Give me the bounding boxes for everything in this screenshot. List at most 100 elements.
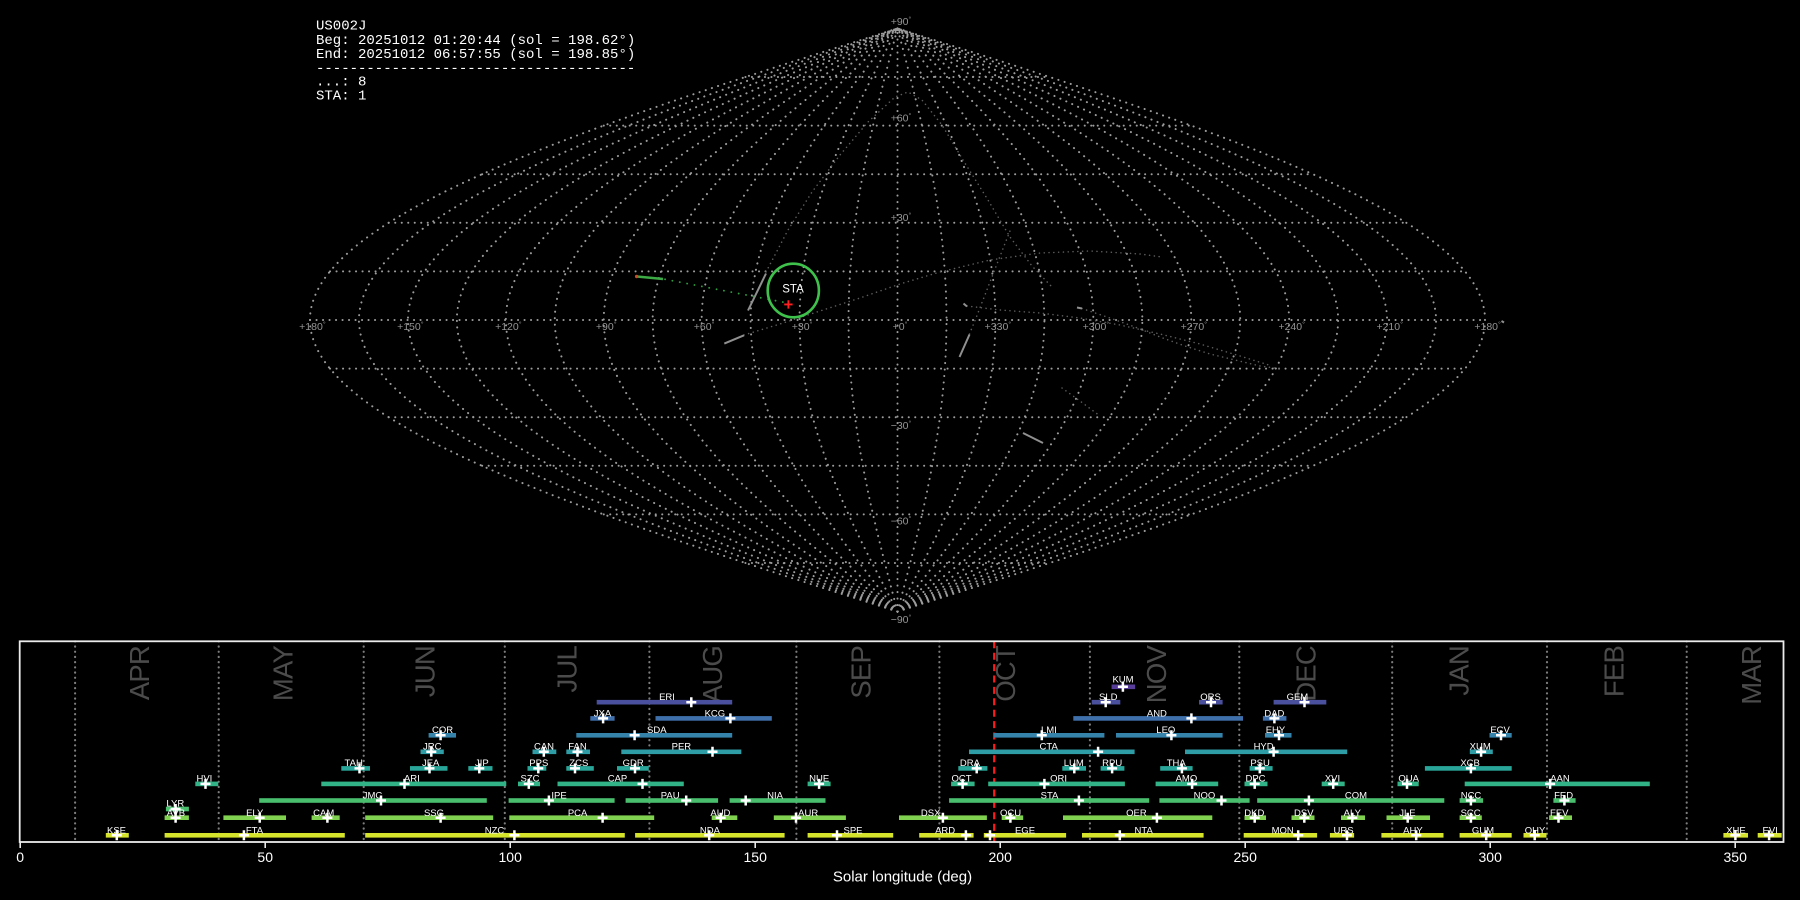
svg-text:IPE: IPE <box>551 790 566 801</box>
svg-text:FED: FED <box>1554 790 1573 801</box>
svg-text:PER: PER <box>672 742 692 753</box>
svg-text:+150°: +150° <box>397 320 424 333</box>
svg-text:ZCS: ZCS <box>569 758 588 769</box>
svg-text:NIA: NIA <box>767 790 784 801</box>
svg-text:CTA: CTA <box>1040 742 1059 753</box>
svg-text:+180°: +180° <box>1474 320 1501 333</box>
svg-text:DSX: DSX <box>921 808 941 819</box>
svg-text:AMO: AMO <box>1176 774 1198 785</box>
svg-text:ERI: ERI <box>659 692 675 703</box>
svg-text:STA: 1: STA: 1 <box>316 88 366 104</box>
svg-text:0: 0 <box>16 849 24 865</box>
svg-text:350: 350 <box>1724 849 1748 865</box>
svg-text:+60°: +60° <box>891 112 912 125</box>
svg-text:OCU: OCU <box>1000 808 1021 819</box>
svg-text:PPS: PPS <box>529 758 548 769</box>
svg-text:OCT: OCT <box>951 774 971 785</box>
svg-text:250: 250 <box>1234 849 1258 865</box>
svg-text:LEO: LEO <box>1156 725 1175 736</box>
svg-text:SLD: SLD <box>1099 692 1118 703</box>
svg-text:+30°: +30° <box>891 212 912 225</box>
svg-text:URS: URS <box>1333 826 1353 837</box>
svg-text:EHY: EHY <box>1266 725 1286 736</box>
svg-text:AAN: AAN <box>1550 774 1570 785</box>
svg-text:EGE: EGE <box>1015 826 1035 837</box>
svg-text:ARD: ARD <box>935 826 955 837</box>
svg-text:LUM: LUM <box>1064 758 1084 769</box>
svg-text:RPU: RPU <box>1102 758 1122 769</box>
svg-text:KUM: KUM <box>1112 675 1133 686</box>
svg-text:JXA: JXA <box>594 708 612 719</box>
svg-text:+120°: +120° <box>495 320 522 333</box>
svg-text:GUM: GUM <box>1472 826 1494 837</box>
svg-text:OER: OER <box>1126 808 1147 819</box>
svg-text:GEM: GEM <box>1287 692 1309 703</box>
svg-text:SEP: SEP <box>845 646 876 699</box>
svg-text:XUM: XUM <box>1470 742 1491 753</box>
svg-text:FEV: FEV <box>1550 808 1569 819</box>
svg-text:NTA: NTA <box>1135 826 1154 837</box>
svg-text:+210°: +210° <box>1376 320 1403 333</box>
svg-text:KCG: KCG <box>705 708 726 719</box>
svg-text:GDR: GDR <box>623 758 644 769</box>
svg-text:AVB: AVB <box>167 808 185 819</box>
svg-text:DAD: DAD <box>1264 708 1284 719</box>
svg-text:150: 150 <box>744 849 768 865</box>
svg-text:JRC: JRC <box>423 742 442 753</box>
svg-text:CAM: CAM <box>313 808 334 819</box>
svg-text:NDA: NDA <box>700 826 721 837</box>
svg-text:ALY: ALY <box>1344 808 1362 819</box>
svg-text:KSE: KSE <box>107 826 126 837</box>
svg-text:XCB: XCB <box>1460 758 1480 769</box>
svg-text:MAR: MAR <box>1736 646 1767 705</box>
svg-text:DRA: DRA <box>960 758 981 769</box>
svg-text:−90°: −90° <box>891 614 912 627</box>
svg-text:AND: AND <box>1147 708 1167 719</box>
svg-text:SPE: SPE <box>843 826 862 837</box>
svg-text:+90°: +90° <box>596 320 617 333</box>
svg-text:STA: STA <box>782 284 804 296</box>
svg-text:DSV: DSV <box>1294 808 1314 819</box>
svg-text:200: 200 <box>989 849 1013 865</box>
svg-text:AHY: AHY <box>1403 826 1423 837</box>
svg-text:NUE: NUE <box>809 774 829 785</box>
svg-text:JAN: JAN <box>1444 646 1475 696</box>
svg-text:ARI: ARI <box>404 774 420 785</box>
svg-text:FTA: FTA <box>246 826 264 837</box>
svg-text:STA: STA <box>1041 790 1059 801</box>
svg-text:HVI: HVI <box>196 774 212 785</box>
svg-text:+90°: +90° <box>891 16 912 29</box>
svg-text:SSG: SSG <box>424 808 444 819</box>
svg-text:NCC: NCC <box>1461 790 1482 801</box>
svg-text:NOV: NOV <box>1141 645 1172 704</box>
svg-text:QUA: QUA <box>1398 774 1419 785</box>
svg-text:50: 50 <box>257 849 273 865</box>
svg-text:+270°: +270° <box>1181 320 1208 333</box>
svg-text:DPC: DPC <box>1245 774 1265 785</box>
svg-text:+300°: +300° <box>1083 320 1110 333</box>
svg-text:ELY: ELY <box>246 808 264 819</box>
svg-text:COM: COM <box>1345 790 1367 801</box>
svg-text:EVI: EVI <box>1763 826 1778 837</box>
svg-text:LYR: LYR <box>166 798 184 809</box>
svg-text:DKD: DKD <box>1244 808 1264 819</box>
svg-text:SDA: SDA <box>647 725 667 736</box>
svg-text:JEA: JEA <box>422 758 440 769</box>
svg-text:JUL: JUL <box>551 646 582 693</box>
svg-text:JUN: JUN <box>409 646 440 697</box>
svg-text:PAU: PAU <box>661 790 680 801</box>
svg-text:+180°: +180° <box>299 320 326 333</box>
svg-text:FAN: FAN <box>568 742 587 753</box>
svg-text:JLE: JLE <box>1399 808 1415 819</box>
svg-text:AUR: AUR <box>798 808 818 819</box>
svg-text:+30°: +30° <box>792 320 813 333</box>
svg-text:NZC: NZC <box>485 826 505 837</box>
svg-text:TAH: TAH <box>345 758 363 769</box>
svg-text:NOO: NOO <box>1194 790 1216 801</box>
svg-text:AUD: AUD <box>710 808 730 819</box>
svg-text:−60°: −60° <box>891 515 912 528</box>
svg-text:APR: APR <box>124 646 155 700</box>
svg-text:ORS: ORS <box>1200 692 1221 703</box>
svg-text:SZC: SZC <box>521 774 540 785</box>
svg-text:FEB: FEB <box>1599 646 1630 697</box>
